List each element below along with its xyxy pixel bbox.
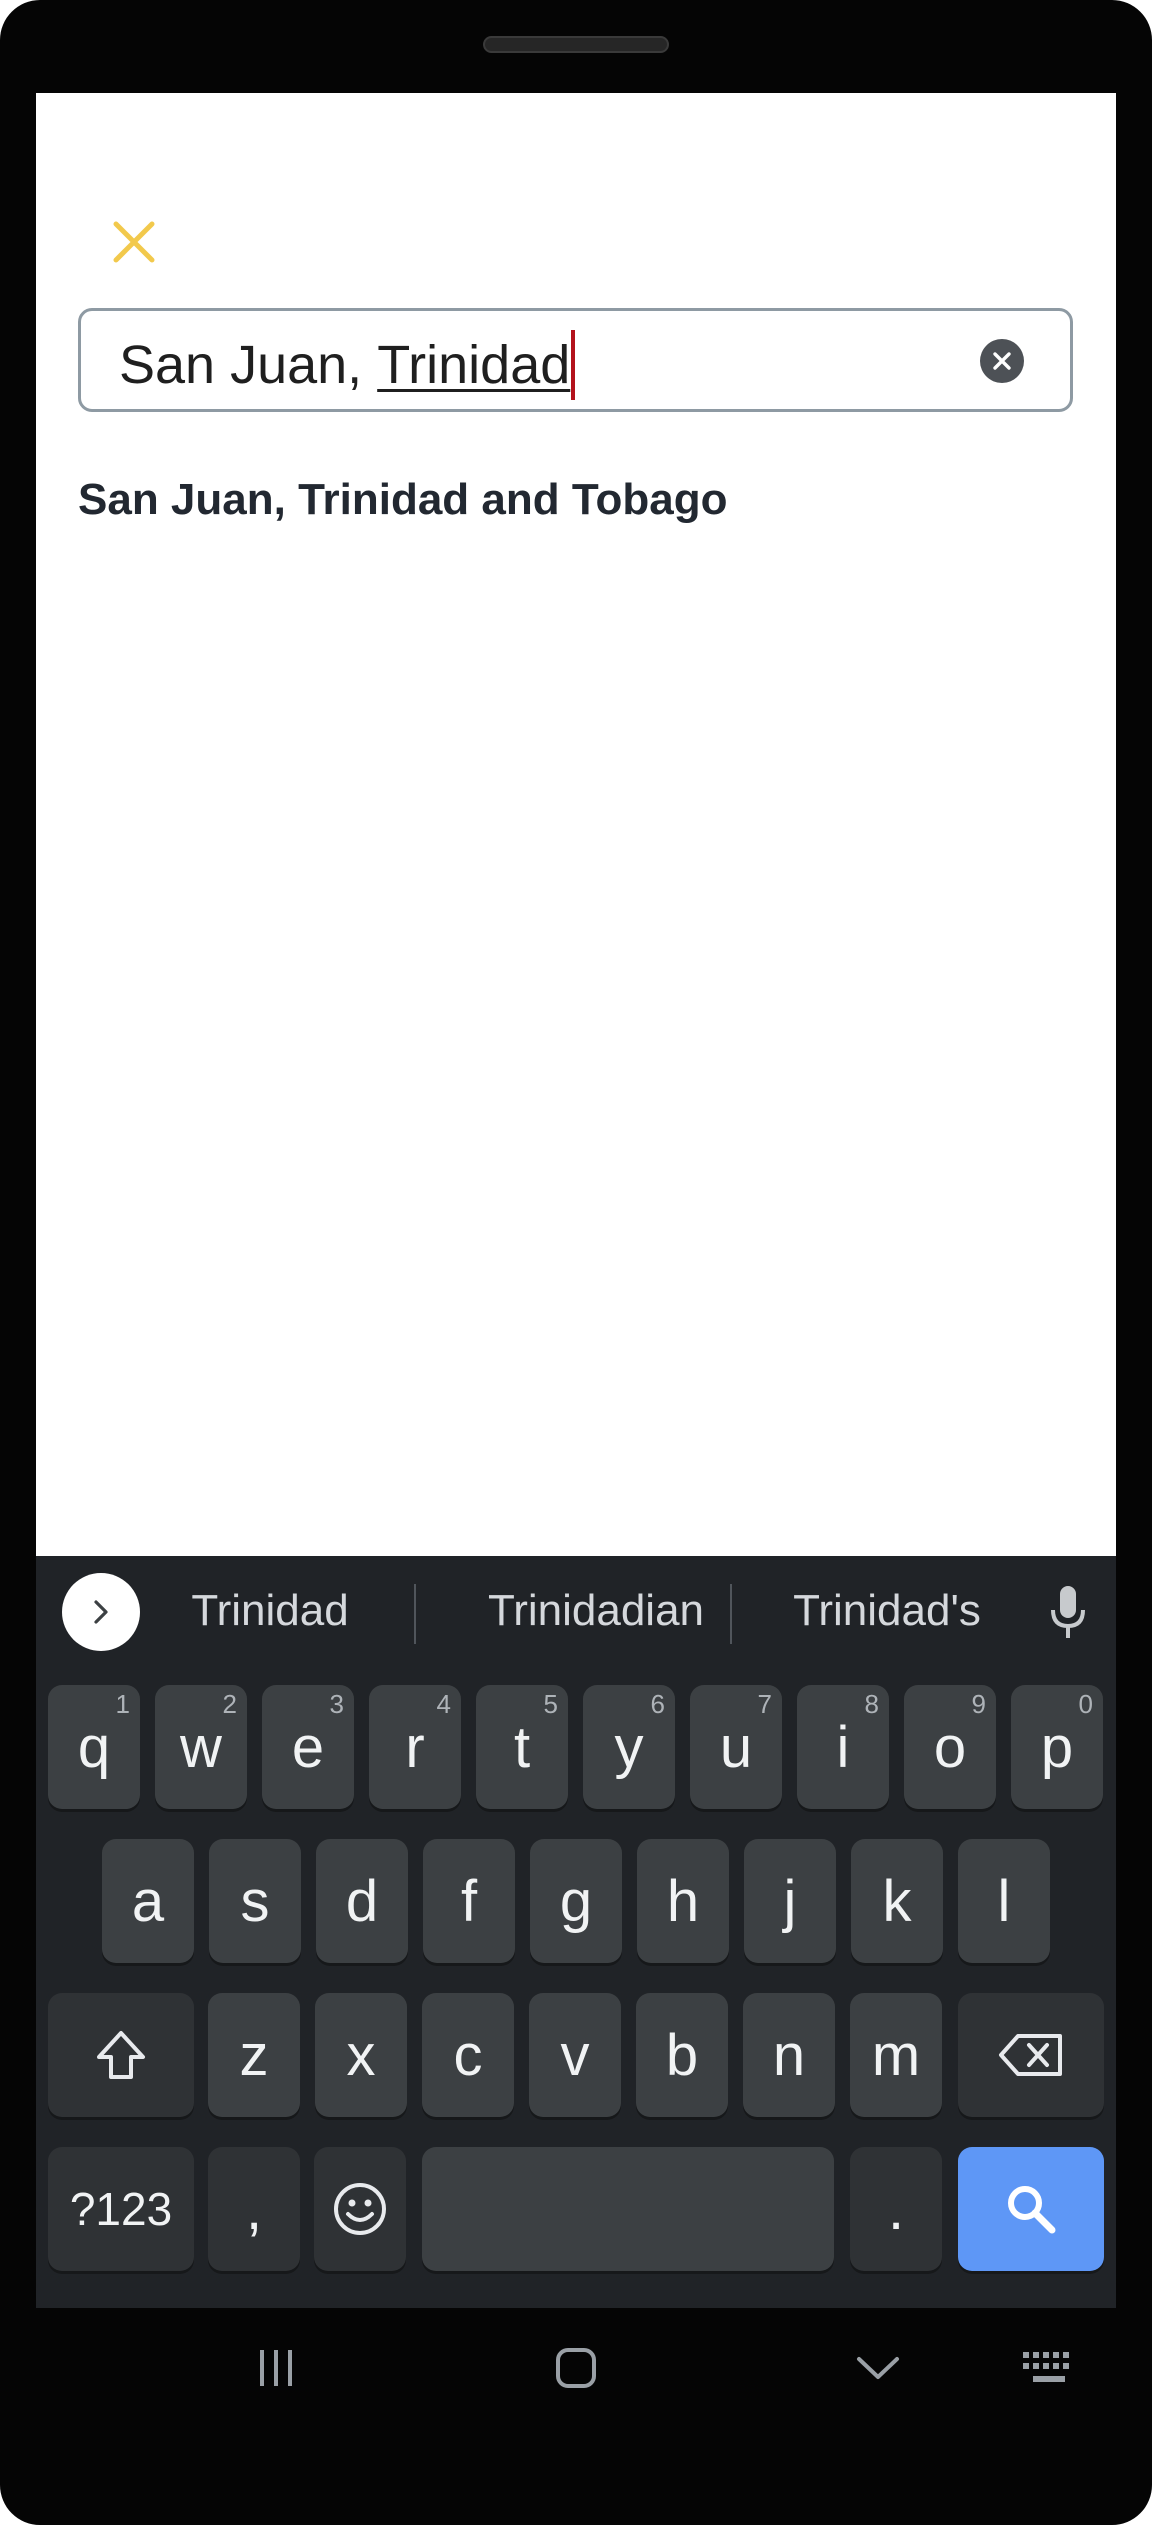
key-q[interactable]: q1 bbox=[48, 1685, 140, 1809]
key-x[interactable]: x bbox=[315, 1993, 407, 2117]
key-label: q bbox=[77, 1714, 111, 1780]
key-t[interactable]: t5 bbox=[476, 1685, 568, 1809]
key-label: t bbox=[513, 1714, 531, 1780]
backspace-icon bbox=[999, 2034, 1062, 2076]
search-result-item[interactable]: San Juan, Trinidad and Tobago bbox=[78, 475, 727, 525]
key-a[interactable]: a bbox=[102, 1839, 194, 1963]
close-icon bbox=[113, 221, 155, 263]
key-s[interactable]: s bbox=[209, 1839, 301, 1963]
recents-button[interactable] bbox=[246, 2336, 306, 2400]
clear-icon bbox=[993, 352, 1011, 370]
key-label: u bbox=[719, 1714, 753, 1780]
home-button[interactable] bbox=[546, 2336, 606, 2400]
emoji-key[interactable] bbox=[314, 2147, 406, 2271]
earpiece-speaker bbox=[483, 36, 669, 53]
search-input-committed-text: San Juan, bbox=[119, 335, 378, 395]
voice-input-button[interactable] bbox=[1038, 1578, 1098, 1648]
key-y[interactable]: y6 bbox=[583, 1685, 675, 1809]
keyboard-icon bbox=[1023, 2352, 1069, 2382]
key-number-hint: 0 bbox=[1078, 1689, 1093, 1719]
text-caret bbox=[571, 330, 576, 400]
key-label: e bbox=[291, 1714, 325, 1780]
soft-keyboard: Trinidad Trinidadian Trinidad's q1w2e3r4… bbox=[36, 1556, 1116, 2308]
app-screen: San Juan, Trinidad San Juan, Trinidad an… bbox=[36, 93, 1116, 2308]
chevron-right-icon bbox=[94, 1600, 108, 1624]
symbols-key[interactable]: ?123 bbox=[48, 2147, 194, 2271]
shift-key[interactable] bbox=[48, 1993, 194, 2117]
prediction-3[interactable]: Trinidad's bbox=[752, 1576, 1022, 1646]
search-input[interactable]: San Juan, Trinidad bbox=[119, 330, 576, 400]
prediction-divider bbox=[730, 1584, 732, 1644]
key-f[interactable]: f bbox=[423, 1839, 515, 1963]
key-e[interactable]: e3 bbox=[262, 1685, 354, 1809]
search-key[interactable] bbox=[958, 2147, 1104, 2271]
period-key[interactable]: . bbox=[850, 2147, 942, 2271]
prediction-divider bbox=[414, 1584, 416, 1644]
key-r[interactable]: r4 bbox=[369, 1685, 461, 1809]
key-l[interactable]: l bbox=[958, 1839, 1050, 1963]
prediction-2[interactable]: Trinidadian bbox=[436, 1576, 756, 1646]
key-number-hint: 9 bbox=[971, 1689, 986, 1719]
key-o[interactable]: o9 bbox=[904, 1685, 996, 1809]
key-p[interactable]: p0 bbox=[1011, 1685, 1103, 1809]
key-number-hint: 3 bbox=[329, 1689, 344, 1719]
key-label: p bbox=[1040, 1714, 1074, 1780]
key-g[interactable]: g bbox=[530, 1839, 622, 1963]
key-number-hint: 2 bbox=[222, 1689, 237, 1719]
keyboard-expand-button[interactable] bbox=[62, 1573, 140, 1651]
key-j[interactable]: j bbox=[744, 1839, 836, 1963]
location-search-field[interactable]: San Juan, Trinidad bbox=[78, 308, 1073, 412]
key-z[interactable]: z bbox=[208, 1993, 300, 2117]
key-b[interactable]: b bbox=[636, 1993, 728, 2117]
key-label: o bbox=[933, 1714, 967, 1780]
key-v[interactable]: v bbox=[529, 1993, 621, 2117]
clear-search-button[interactable] bbox=[980, 339, 1024, 383]
key-number-hint: 1 bbox=[115, 1689, 130, 1719]
home-icon bbox=[556, 2348, 596, 2388]
key-d[interactable]: d bbox=[316, 1839, 408, 1963]
key-label: y bbox=[614, 1714, 644, 1780]
key-number-hint: 8 bbox=[864, 1689, 879, 1719]
key-label: w bbox=[180, 1714, 222, 1780]
close-button[interactable] bbox=[100, 208, 168, 276]
microphone-icon bbox=[1051, 1586, 1085, 1638]
key-w[interactable]: w2 bbox=[155, 1685, 247, 1809]
key-number-hint: 4 bbox=[436, 1689, 451, 1719]
key-i[interactable]: i8 bbox=[797, 1685, 889, 1809]
device-frame: San Juan, Trinidad San Juan, Trinidad an… bbox=[0, 0, 1152, 2525]
key-m[interactable]: m bbox=[850, 1993, 942, 2117]
emoji-icon bbox=[334, 2183, 386, 2235]
comma-key[interactable]: , bbox=[208, 2147, 300, 2271]
key-u[interactable]: u7 bbox=[690, 1685, 782, 1809]
chevron-down-icon bbox=[857, 2357, 899, 2379]
search-icon bbox=[1008, 2186, 1056, 2234]
key-label: i bbox=[836, 1714, 850, 1780]
key-number-hint: 7 bbox=[757, 1689, 772, 1719]
backspace-key[interactable] bbox=[958, 1993, 1104, 2117]
prediction-1[interactable]: Trinidad bbox=[170, 1576, 370, 1646]
keyboard-suggestion-bar: Trinidad Trinidadian Trinidad's bbox=[36, 1556, 1116, 1666]
space-key[interactable] bbox=[422, 2147, 834, 2271]
search-input-composing-text: Trinidad bbox=[377, 335, 571, 395]
key-c[interactable]: c bbox=[422, 1993, 514, 2117]
key-h[interactable]: h bbox=[637, 1839, 729, 1963]
back-button[interactable] bbox=[848, 2336, 908, 2400]
key-k[interactable]: k bbox=[851, 1839, 943, 1963]
keyboard-switch-button[interactable] bbox=[1014, 2336, 1084, 2400]
key-label: r bbox=[405, 1714, 425, 1780]
key-number-hint: 5 bbox=[543, 1689, 558, 1719]
key-number-hint: 6 bbox=[650, 1689, 665, 1719]
recents-icon bbox=[260, 2350, 292, 2386]
system-navigation-bar bbox=[36, 2308, 1116, 2428]
key-n[interactable]: n bbox=[743, 1993, 835, 2117]
shift-icon bbox=[97, 2031, 145, 2079]
